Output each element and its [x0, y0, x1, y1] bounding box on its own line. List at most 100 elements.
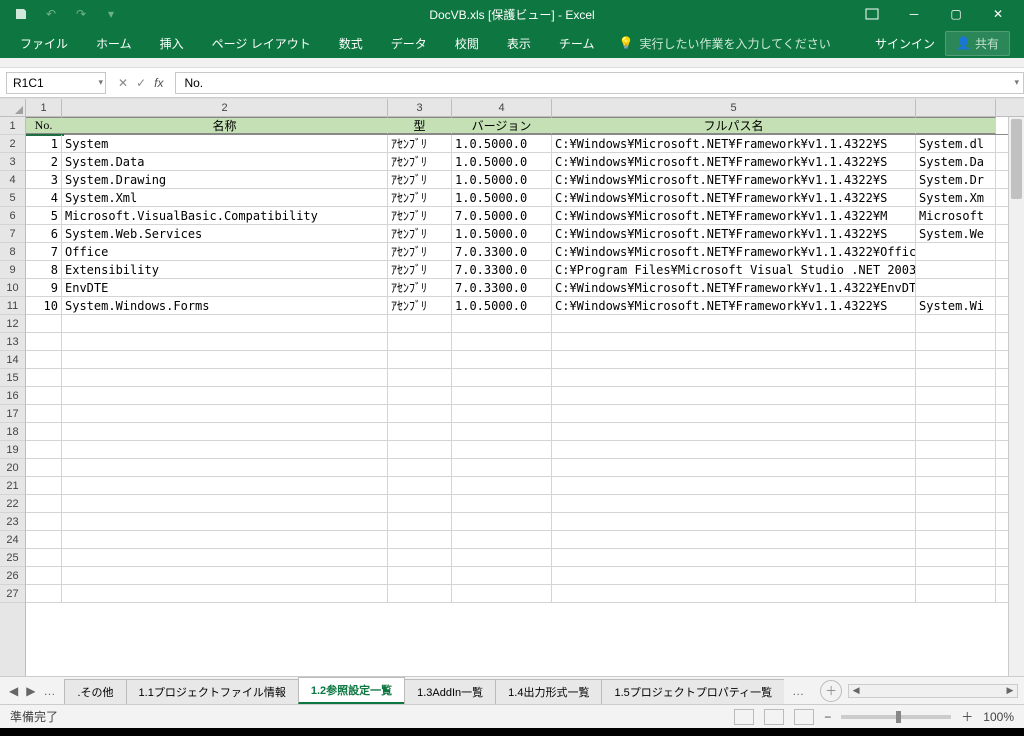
cell[interactable]: [62, 495, 388, 512]
cell[interactable]: [388, 531, 452, 548]
cell[interactable]: ｱｾﾝﾌﾞﾘ: [388, 171, 452, 188]
cell[interactable]: [452, 477, 552, 494]
cell[interactable]: [62, 369, 388, 386]
cell[interactable]: [916, 405, 996, 422]
row-header[interactable]: 19: [0, 441, 25, 459]
cell[interactable]: [552, 531, 916, 548]
cell[interactable]: [916, 369, 996, 386]
page-break-view-icon[interactable]: [794, 709, 814, 725]
row-header[interactable]: 16: [0, 387, 25, 405]
cell[interactable]: [26, 585, 62, 602]
cell[interactable]: ｱｾﾝﾌﾞﾘ: [388, 207, 452, 224]
zoom-level[interactable]: 100%: [983, 710, 1014, 724]
cell[interactable]: C:¥Windows¥Microsoft.NET¥Framework¥v1.1.…: [552, 225, 916, 242]
cell[interactable]: System.Data: [62, 153, 388, 170]
cell[interactable]: 1.0.5000.0: [452, 153, 552, 170]
cell[interactable]: 2: [26, 153, 62, 170]
cell[interactable]: EnvDTE: [62, 279, 388, 296]
cell[interactable]: [452, 531, 552, 548]
cell[interactable]: C:¥Windows¥Microsoft.NET¥Framework¥v1.1.…: [552, 135, 916, 152]
row-header[interactable]: 14: [0, 351, 25, 369]
zoom-out-icon[interactable]: −: [824, 710, 831, 724]
cell[interactable]: [452, 387, 552, 404]
cell[interactable]: [62, 531, 388, 548]
cell[interactable]: [62, 387, 388, 404]
cell[interactable]: [916, 585, 996, 602]
cell[interactable]: [916, 441, 996, 458]
cell[interactable]: [62, 423, 388, 440]
cell[interactable]: 1.0.5000.0: [452, 225, 552, 242]
ribbon-tab[interactable]: チーム: [545, 28, 609, 58]
cell[interactable]: [916, 333, 996, 350]
cell[interactable]: [388, 513, 452, 530]
name-box[interactable]: R1C1▾: [6, 72, 106, 94]
cell[interactable]: [552, 387, 916, 404]
ribbon-tab[interactable]: ファイル: [6, 28, 82, 58]
cell[interactable]: 7.0.3300.0: [452, 279, 552, 296]
cell[interactable]: [552, 351, 916, 368]
cell[interactable]: ｱｾﾝﾌﾞﾘ: [388, 297, 452, 314]
row-header[interactable]: 6: [0, 207, 25, 225]
cell[interactable]: [26, 369, 62, 386]
signin-link[interactable]: サインイン: [875, 35, 935, 52]
row-header[interactable]: 15: [0, 369, 25, 387]
minimize-icon[interactable]: ─: [894, 2, 934, 26]
row-header[interactable]: 23: [0, 513, 25, 531]
cell[interactable]: [388, 369, 452, 386]
cell[interactable]: 1.0.5000.0: [452, 297, 552, 314]
cell[interactable]: [916, 243, 996, 260]
cell[interactable]: [62, 459, 388, 476]
scroll-right-icon[interactable]: ▶: [1003, 685, 1017, 697]
cell[interactable]: [388, 567, 452, 584]
cell[interactable]: 名称: [62, 117, 388, 134]
row-header[interactable]: 2: [0, 135, 25, 153]
cell[interactable]: [62, 351, 388, 368]
expand-formula-icon[interactable]: ▾: [1014, 77, 1019, 88]
cell[interactable]: 7: [26, 243, 62, 260]
row-header[interactable]: 12: [0, 315, 25, 333]
cell[interactable]: ｱｾﾝﾌﾞﾘ: [388, 261, 452, 278]
cell[interactable]: [26, 387, 62, 404]
cell[interactable]: バージョン: [452, 117, 552, 134]
cell[interactable]: 8: [26, 261, 62, 278]
cell[interactable]: System.dl: [916, 135, 996, 152]
sheet-tab[interactable]: .その他: [64, 679, 126, 704]
row-header[interactable]: 4: [0, 171, 25, 189]
cell[interactable]: [388, 477, 452, 494]
cell[interactable]: C:¥Windows¥Microsoft.NET¥Framework¥v1.1.…: [552, 189, 916, 206]
ribbon-tab[interactable]: 数式: [325, 28, 377, 58]
cell[interactable]: System.Xm: [916, 189, 996, 206]
cell[interactable]: [452, 513, 552, 530]
cell[interactable]: [452, 333, 552, 350]
row-header[interactable]: 25: [0, 549, 25, 567]
cell[interactable]: [62, 585, 388, 602]
row-header[interactable]: 27: [0, 585, 25, 603]
cell[interactable]: [552, 315, 916, 332]
cell[interactable]: [452, 549, 552, 566]
col-header[interactable]: 1: [26, 99, 62, 116]
row-header[interactable]: 22: [0, 495, 25, 513]
cell[interactable]: Microsoft: [916, 207, 996, 224]
cell[interactable]: [388, 405, 452, 422]
ribbon-tab[interactable]: ホーム: [82, 28, 146, 58]
cell[interactable]: 型: [388, 117, 452, 134]
cell[interactable]: [26, 477, 62, 494]
cell[interactable]: [916, 315, 996, 332]
cell[interactable]: [916, 387, 996, 404]
cell[interactable]: System: [62, 135, 388, 152]
zoom-in-icon[interactable]: ＋: [961, 708, 973, 725]
row-header[interactable]: 9: [0, 261, 25, 279]
sheet-nav-more-icon[interactable]: …: [40, 684, 58, 698]
cell[interactable]: [916, 117, 996, 134]
sheet-tab[interactable]: 1.5プロジェクトプロパティ一覧: [601, 679, 784, 704]
cell[interactable]: [552, 495, 916, 512]
sheet-tab[interactable]: 1.2参照設定一覧: [298, 677, 405, 704]
cell[interactable]: フルパス名: [552, 117, 916, 134]
cell[interactable]: [26, 351, 62, 368]
chevron-down-icon[interactable]: ▾: [98, 77, 103, 88]
cell[interactable]: [916, 423, 996, 440]
cell[interactable]: 1.0.5000.0: [452, 171, 552, 188]
cells-area[interactable]: No.名称型バージョンフルパス名1Systemｱｾﾝﾌﾞﾘ1.0.5000.0C…: [26, 117, 1008, 676]
sheet-tab[interactable]: 1.4出力形式一覧: [495, 679, 602, 704]
sheet-nav-prev-icon[interactable]: ◀: [6, 684, 21, 698]
